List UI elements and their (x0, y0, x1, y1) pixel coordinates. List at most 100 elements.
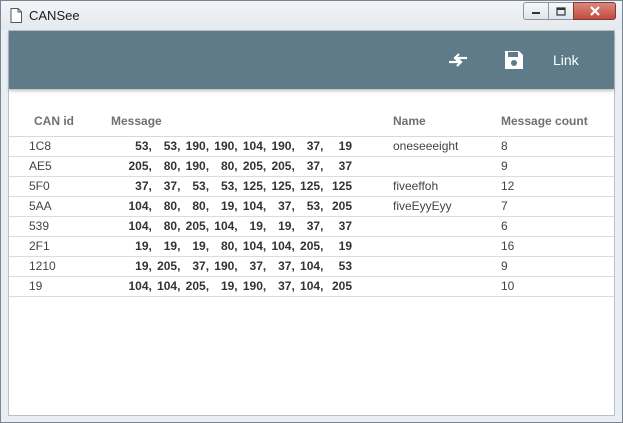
message-byte: 190, (185, 159, 210, 173)
message-cell: 104, 104, 205, 19, 190, 37, 104, 205 (88, 276, 372, 297)
message-byte: 53 (338, 259, 352, 273)
message-byte: 125, (271, 179, 295, 193)
message-byte: 19, (249, 219, 267, 233)
name-cell[interactable] (372, 216, 480, 237)
can-id-cell: 539 (9, 216, 88, 237)
message-byte: 37, (306, 139, 324, 153)
window-controls (523, 2, 616, 20)
message-cell: 19, 19, 19, 80, 104, 104, 205, 19 (88, 236, 372, 257)
minimize-button[interactable] (523, 2, 549, 20)
column-header-name[interactable]: Name (372, 106, 480, 137)
table-row[interactable]: 1210 19, 205, 37, 190, 37, 37, 104, 53 9 (9, 256, 614, 277)
message-byte: 125 (331, 179, 352, 193)
can-id-cell: 1C8 (9, 136, 88, 157)
close-icon (589, 6, 600, 16)
message-byte: 80, (163, 199, 181, 213)
column-header-message[interactable]: Message (88, 106, 372, 137)
name-cell[interactable] (372, 256, 480, 277)
name-cell[interactable] (372, 156, 480, 177)
table-row[interactable]: 2F1 19, 19, 19, 80, 104, 104, 205, 19 16 (9, 236, 614, 257)
column-header-message-count[interactable]: Message count (480, 106, 614, 137)
maximize-button[interactable] (548, 2, 574, 20)
main-content: Link CAN id Message Name Message count 1… (8, 30, 615, 416)
table-row[interactable]: 1C8 53, 53, 190, 190, 104, 190, 37, 19 oneseeeigh… (9, 136, 614, 157)
floppy-save-icon[interactable] (503, 49, 525, 71)
table-row[interactable]: 5F0 37, 37, 53, 53, 125, 125, 125, 125 fiveeffoh 1… (9, 176, 614, 197)
can-id-cell: 1210 (9, 256, 88, 277)
message-byte: 190, (214, 259, 238, 273)
message-byte: 104, (242, 239, 267, 253)
message-byte: 80, (163, 159, 181, 173)
name-cell[interactable]: fiveeffoh (372, 176, 480, 197)
message-byte: 37, (135, 179, 152, 193)
column-header-can-id[interactable]: CAN id (9, 106, 88, 137)
message-byte: 205, (185, 279, 210, 293)
message-byte: 37 (338, 219, 352, 233)
minimize-icon (532, 12, 540, 14)
message-byte: 37, (192, 259, 210, 273)
table-row[interactable]: 539 104, 80, 205, 104, 19, 19, 37, 37 6 (9, 216, 614, 237)
message-byte: 80, (220, 239, 238, 253)
message-count-cell: 7 (480, 196, 614, 217)
table-row[interactable]: 19 104, 104, 205, 19, 190, 37, 104, 205 10 (9, 276, 614, 297)
message-byte: 37, (306, 219, 324, 233)
message-count-cell: 9 (480, 256, 614, 277)
message-byte: 125, (242, 179, 267, 193)
table-row[interactable]: 5AA 104, 80, 80, 19, 104, 37, 53, 205 fiveEyyEyy 7 (9, 196, 614, 217)
message-byte: 19, (135, 259, 152, 273)
message-byte: 53, (135, 139, 152, 153)
message-byte: 80, (192, 199, 210, 213)
message-byte: 37, (249, 259, 267, 273)
message-cell: 37, 37, 53, 53, 125, 125, 125, 125 (88, 176, 372, 197)
table-header-row: CAN id Message Name Message count (9, 106, 614, 137)
message-byte: 104, (271, 239, 295, 253)
message-byte: 19, (220, 199, 238, 213)
message-count-cell: 6 (480, 216, 614, 237)
message-byte: 104, (242, 199, 267, 213)
can-message-table: CAN id Message Name Message count 1C8 53,… (9, 106, 614, 297)
message-byte: 190, (242, 279, 267, 293)
message-byte: 104, (128, 219, 152, 233)
name-cell[interactable]: oneseeeight (372, 136, 480, 157)
message-byte: 205, (242, 159, 267, 173)
message-byte: 205, (271, 159, 295, 173)
message-byte: 205 (331, 279, 352, 293)
message-byte: 19, (220, 279, 238, 293)
message-byte: 53, (163, 139, 181, 153)
message-byte: 37, (278, 259, 295, 273)
message-byte: 53, (192, 179, 210, 193)
message-byte: 190, (185, 139, 210, 153)
title-bar[interactable]: CANSee (1, 1, 622, 30)
message-byte: 53, (220, 179, 238, 193)
message-byte: 19, (135, 239, 152, 253)
message-byte: 37, (278, 279, 295, 293)
close-button[interactable] (573, 2, 616, 20)
name-cell[interactable]: fiveEyyEyy (372, 196, 480, 217)
message-byte: 37, (278, 199, 295, 213)
message-byte: 53, (306, 199, 324, 213)
message-count-cell: 12 (480, 176, 614, 197)
can-id-cell: 2F1 (9, 236, 88, 257)
message-byte: 80, (220, 159, 238, 173)
message-byte: 80, (163, 219, 181, 233)
message-byte: 104, (157, 279, 181, 293)
message-byte: 205, (157, 259, 181, 273)
message-byte: 19, (192, 239, 210, 253)
can-id-cell: AE5 (9, 156, 88, 177)
message-byte: 205 (331, 199, 352, 213)
swap-arrows-icon[interactable] (447, 49, 469, 71)
link-button[interactable]: Link (553, 52, 579, 68)
message-cell: 104, 80, 80, 19, 104, 37, 53, 205 (88, 196, 372, 217)
name-cell[interactable] (372, 236, 480, 257)
message-cell: 53, 53, 190, 190, 104, 190, 37, 19 (88, 136, 372, 157)
message-byte: 104, (242, 139, 267, 153)
message-byte: 19, (278, 219, 295, 233)
message-byte: 37 (338, 159, 352, 173)
message-count-cell: 16 (480, 236, 614, 257)
message-count-cell: 10 (480, 276, 614, 297)
table-row[interactable]: AE5 205, 80, 190, 80, 205, 205, 37, 37 9 (9, 156, 614, 177)
message-byte: 190, (214, 139, 238, 153)
message-byte: 125, (300, 179, 324, 193)
app-window: CANSee Link CAN id Message Name Message … (0, 0, 623, 423)
name-cell[interactable] (372, 276, 480, 297)
